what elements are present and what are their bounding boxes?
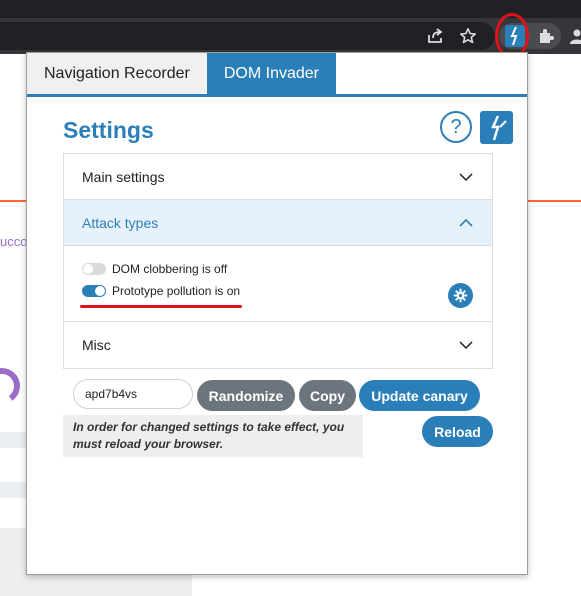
randomize-button[interactable]: Randomize (197, 380, 295, 411)
page-title: Settings (63, 117, 154, 143)
background-block (0, 482, 26, 498)
annotation-underline (80, 305, 242, 308)
tab-dom-invader[interactable]: DOM Invader (206, 53, 336, 94)
tab-navigation-recorder[interactable]: Navigation Recorder (27, 53, 207, 94)
background-link-text: ucco (0, 234, 26, 249)
settings-accordion: Main settings Attack types DOM clobberin… (63, 153, 493, 369)
section-main-settings[interactable]: Main settings (64, 154, 492, 200)
dom-clobbering-row: DOM clobbering is off (82, 262, 227, 276)
prototype-pollution-row: Prototype pollution is on (82, 284, 240, 298)
dom-clobbering-label: DOM clobbering is off (112, 262, 228, 276)
star-icon[interactable] (456, 24, 480, 48)
popup-tabs: Navigation Recorder DOM Invader (27, 53, 527, 97)
background-block (0, 432, 26, 448)
prototype-pollution-toggle[interactable] (82, 285, 106, 297)
canary-input[interactable] (73, 379, 193, 409)
background-logo-fragment (0, 365, 23, 407)
background-divider (528, 200, 581, 202)
share-icon[interactable] (423, 24, 447, 48)
help-icon[interactable]: ? (440, 111, 472, 143)
puzzle-icon[interactable] (534, 24, 558, 48)
background-divider (0, 200, 26, 202)
chevron-down-icon (459, 341, 473, 350)
reload-notice: In order for changed settings to take ef… (63, 415, 363, 457)
chevron-down-icon (459, 173, 473, 182)
burp-logo-icon[interactable] (480, 111, 513, 144)
section-attack-types[interactable]: Attack types (64, 200, 492, 246)
browser-titlebar (0, 0, 581, 18)
address-bar[interactable] (0, 22, 495, 50)
update-canary-button[interactable]: Update canary (359, 380, 480, 411)
dom-clobbering-toggle[interactable] (82, 263, 106, 275)
copy-button[interactable]: Copy (299, 380, 356, 411)
reload-button[interactable]: Reload (422, 416, 493, 447)
section-label: Misc (82, 337, 111, 353)
chevron-up-icon (459, 218, 473, 227)
profile-icon[interactable] (565, 24, 581, 48)
help-label: ? (450, 115, 462, 138)
dom-invader-popup: Navigation Recorder DOM Invader Settings… (26, 52, 528, 575)
section-label: Main settings (82, 168, 165, 185)
section-label: Attack types (82, 214, 159, 231)
section-misc[interactable]: Misc (64, 322, 492, 368)
prototype-pollution-label: Prototype pollution is on (112, 284, 241, 298)
attack-types-panel: DOM clobbering is off Prototype pollutio… (64, 246, 492, 322)
gear-icon[interactable] (448, 283, 473, 308)
